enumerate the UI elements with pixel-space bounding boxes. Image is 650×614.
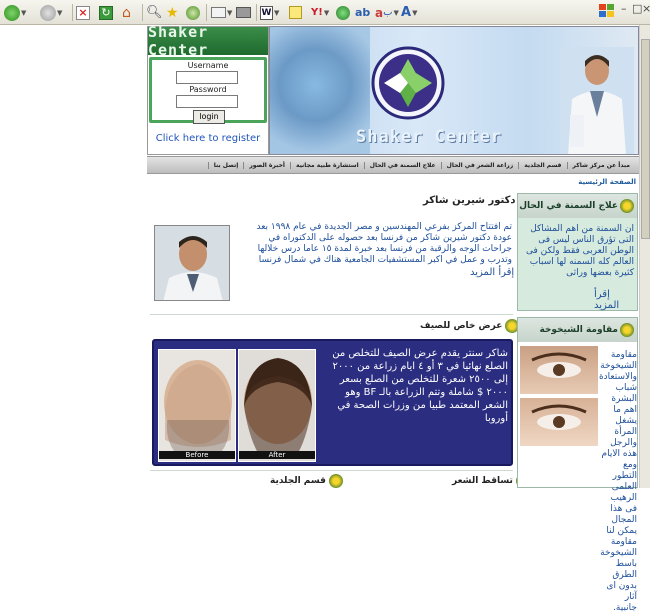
- doctor-intro-text: تم افتتاح المركز بفرعي المهندسين و مصر ا…: [256, 222, 512, 265]
- back-icon[interactable]: ▼: [4, 3, 26, 22]
- translate-icon[interactable]: ab: [355, 3, 370, 22]
- summer-offer-box: Before After شاكر سنتر يقدم عرض الصيف لل…: [152, 339, 513, 466]
- font-icon[interactable]: A ▼: [401, 3, 417, 22]
- yahoo-icon[interactable]: Y! ▼: [311, 3, 329, 22]
- brand-logo: Shaker Center: [148, 23, 268, 59]
- nav-item-gallery[interactable]: أخبرة الصور: [243, 161, 290, 169]
- login-button[interactable]: login: [193, 110, 225, 124]
- header-banner: Shaker Center: [269, 26, 639, 155]
- obesity-text: ان السمنة من اهم المشاكل التى تؤرق الناس…: [525, 224, 634, 278]
- before-label: Before: [159, 451, 235, 459]
- bullet-icon: [328, 474, 343, 488]
- center-logo: [371, 46, 445, 120]
- print-icon[interactable]: [236, 3, 251, 22]
- maximize-icon[interactable]: □: [632, 2, 642, 15]
- page-scrollbar[interactable]: [639, 25, 650, 488]
- doctor-photo: [560, 47, 634, 154]
- stop-icon[interactable]: ×: [76, 3, 90, 22]
- surgery-image: [270, 27, 370, 154]
- history-icon[interactable]: [186, 3, 200, 22]
- password-input[interactable]: [176, 95, 238, 108]
- breadcrumb[interactable]: الصفحة الرئيسية: [548, 178, 636, 186]
- banner-title: Shaker Center: [356, 127, 503, 147]
- bullet-icon: [620, 199, 634, 213]
- favorites-icon[interactable]: ★: [166, 3, 179, 22]
- register-link[interactable]: Click here to register: [148, 133, 268, 144]
- window-controls: – □ ×: [595, 2, 650, 21]
- anti-aging-panel-header: مقاومة الشيخوخة: [518, 318, 637, 342]
- anti-aging-text-full: مقاومة الشيخوخة والاستعادة شباب البشرة ا…: [598, 350, 637, 613]
- nav-item-contact[interactable]: إتصل بنا: [207, 161, 244, 169]
- close-icon[interactable]: ×: [642, 2, 650, 15]
- doctor-portrait: [154, 225, 230, 301]
- section-divider: [150, 314, 513, 315]
- obesity-read-more-link[interactable]: إقرأ المزيد: [594, 289, 637, 311]
- nav-item-hair-transplant[interactable]: زراعة الشعر في الحال: [440, 161, 519, 169]
- offer-title: عرض خاص للصيف: [420, 319, 520, 333]
- word-icon[interactable]: W ▼: [260, 3, 279, 22]
- browser-toolbar: ▼ ▼ × ↻ ⌂ 🔍︎ ★ ▼ W ▼ Y! ▼ ab a ب ▼ A ▼ – □ ×: [0, 0, 650, 25]
- refresh-icon[interactable]: ↻: [99, 3, 113, 22]
- doctor-read-more-link[interactable]: إقرأ المزيد: [470, 267, 514, 278]
- scrollbar-thumb[interactable]: [641, 39, 650, 239]
- forward-icon[interactable]: ▼: [40, 3, 62, 22]
- messenger-icon[interactable]: [336, 3, 350, 22]
- login-form: Username Password login: [149, 57, 267, 124]
- search-icon[interactable]: 🔍︎: [146, 3, 163, 22]
- nav-item-obesity[interactable]: علاج السمنة في الحال: [363, 161, 441, 169]
- dermatology-section-title: قسم الجلدية: [270, 474, 343, 488]
- offer-text: شاكر سنتر يقدم عرض الصيف للتخلص من الصلع…: [332, 348, 508, 424]
- password-label: Password: [189, 85, 227, 94]
- doctor-title: دكتور شيرين شاكر: [423, 195, 516, 206]
- mail-icon[interactable]: ▼: [211, 3, 232, 22]
- anti-aging-panel: مقاومة الشيخوخة مقاومة الشيخوخة والاستعا…: [517, 317, 638, 613]
- bullet-icon: [620, 323, 634, 337]
- translate-icon[interactable]: a ب ▼: [375, 3, 399, 22]
- main-nav: مبدأ عن مركز شاكر قسم الجلدية زراعة الشع…: [147, 156, 639, 174]
- after-label: After: [239, 451, 315, 459]
- nav-item-dermatology[interactable]: قسم الجلدية: [518, 161, 566, 169]
- obesity-panel: علاج السمنة في الحال ان السمنة من اهم ال…: [517, 193, 638, 311]
- before-photo: Before: [158, 349, 236, 462]
- nav-item-about[interactable]: مبدأ عن مركز شاكر: [566, 161, 636, 169]
- after-photo: After: [238, 349, 316, 462]
- minimize-icon[interactable]: –: [621, 2, 627, 15]
- username-input[interactable]: [176, 71, 238, 84]
- login-panel: Shaker Center Username Password login Cl…: [147, 23, 269, 155]
- username-label: Username: [187, 61, 229, 70]
- notes-icon[interactable]: [289, 3, 302, 22]
- section-divider: [150, 470, 513, 471]
- obesity-panel-header: علاج السمنة في الحال: [518, 194, 637, 218]
- nav-item-consultation[interactable]: استشارة طبية مجانية: [289, 161, 364, 169]
- home-icon[interactable]: ⌂: [122, 3, 131, 22]
